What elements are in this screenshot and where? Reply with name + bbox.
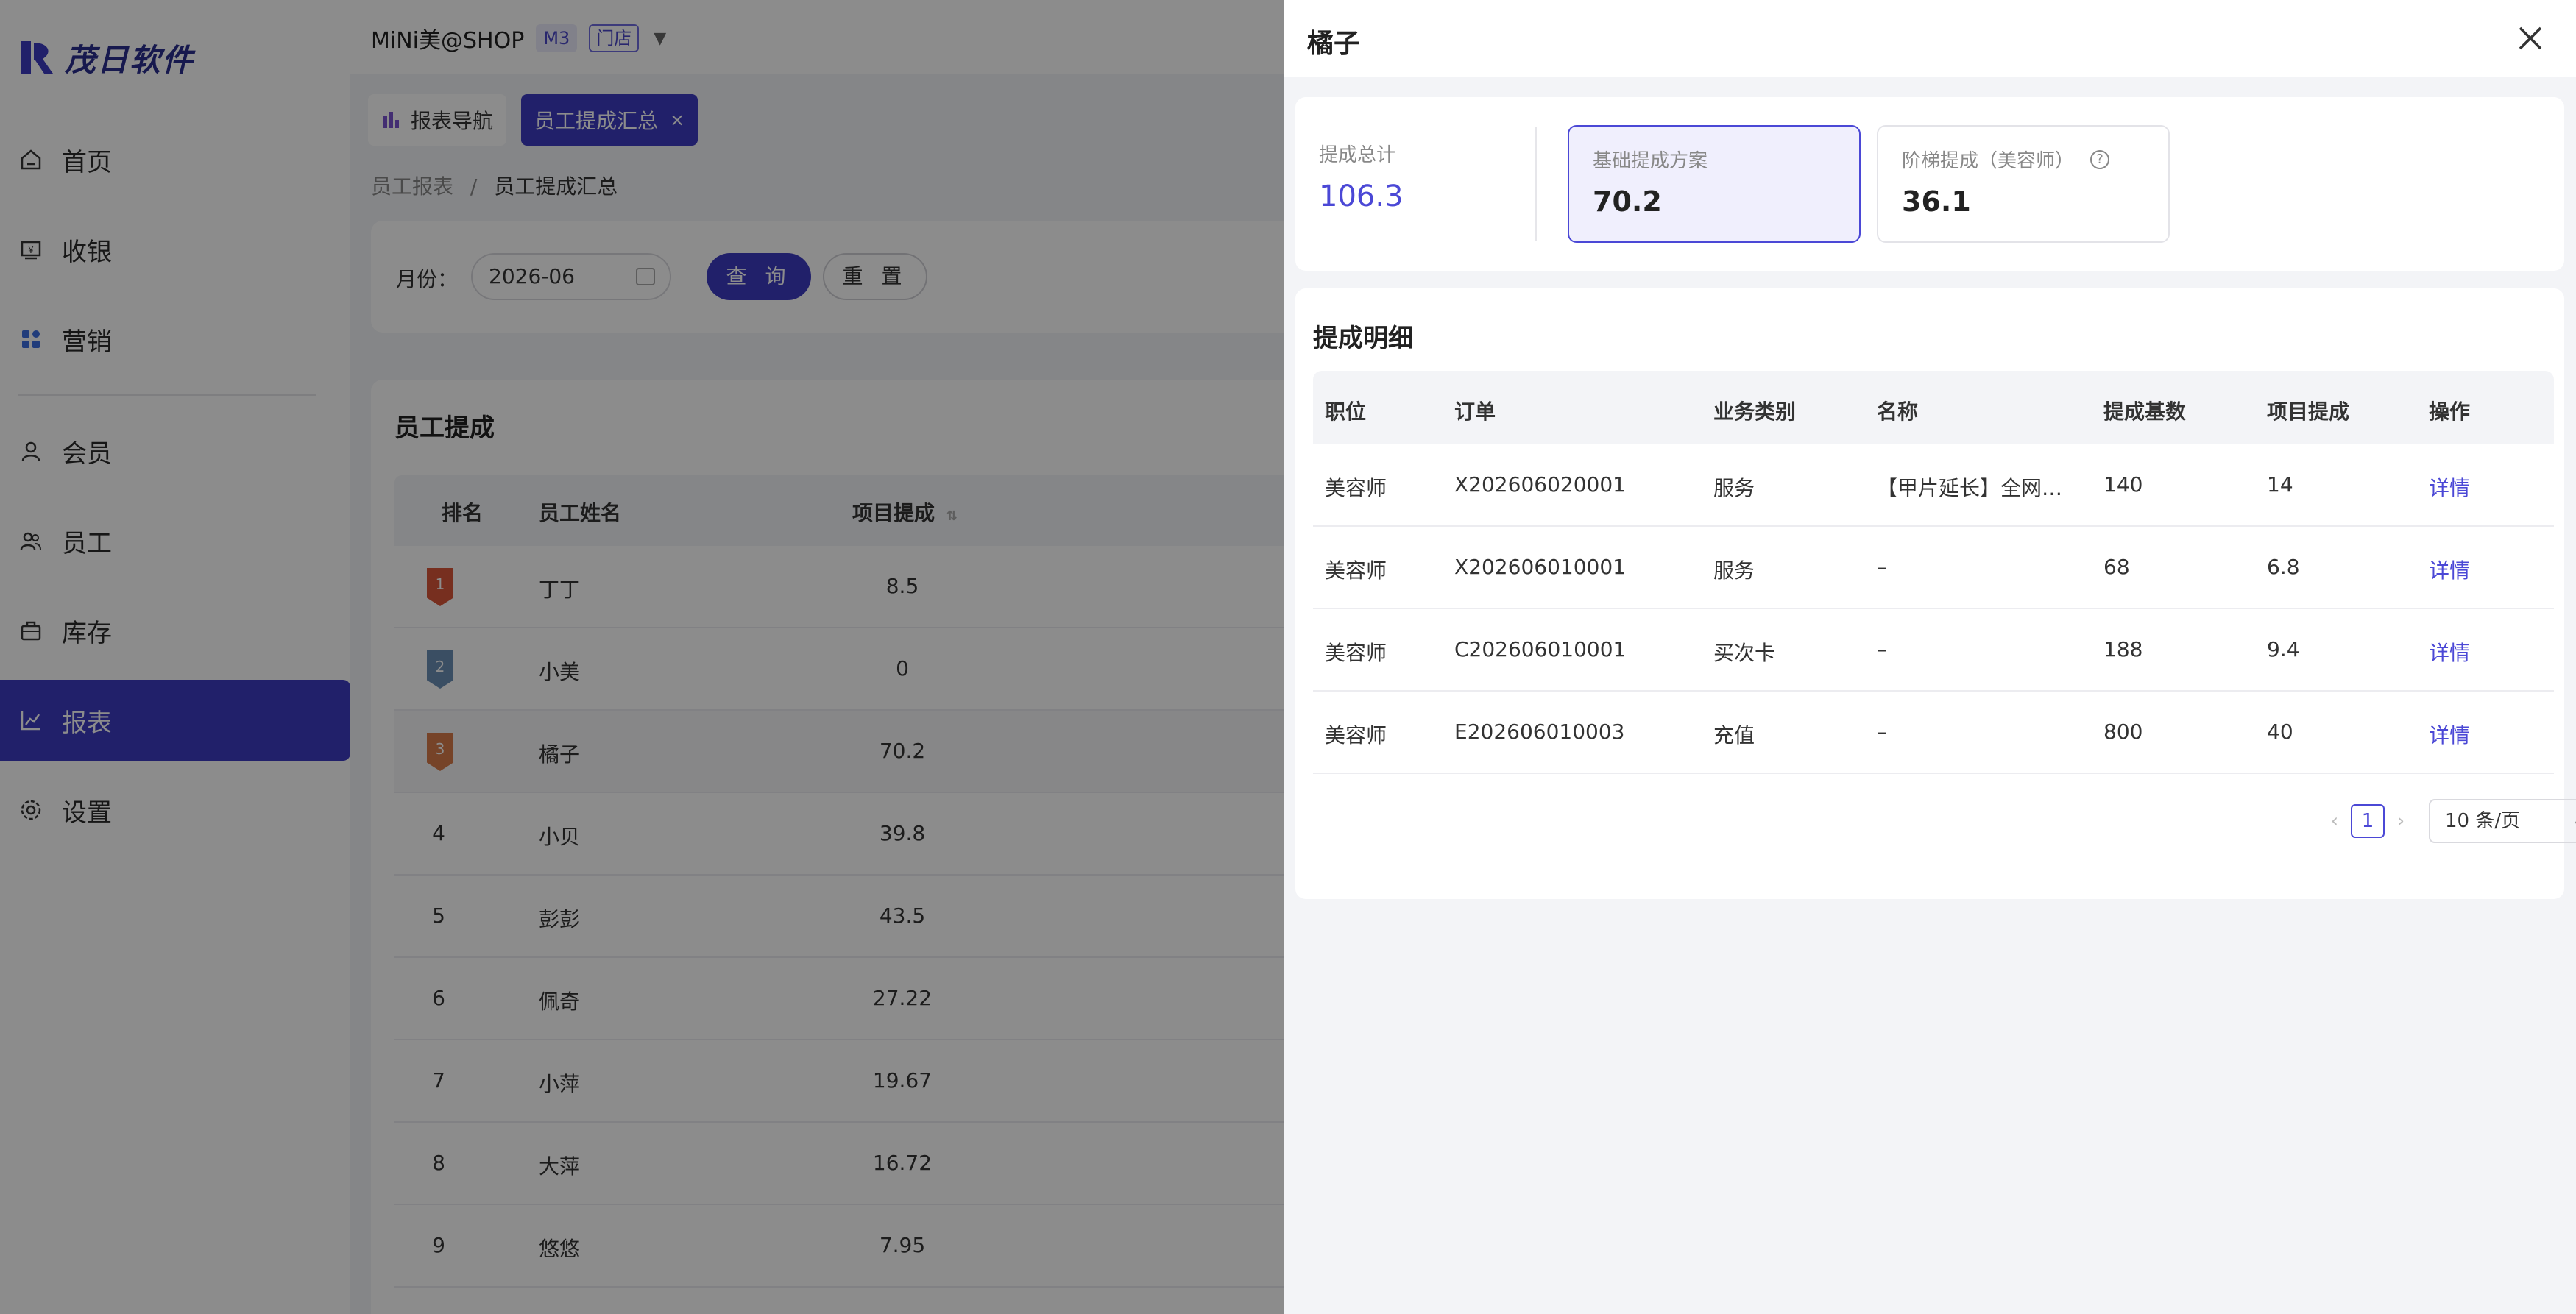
category-cell: 充值 xyxy=(1713,723,1755,747)
commission-cell: 6.8 xyxy=(2267,555,2300,579)
tier-plan-value: 36.1 xyxy=(1902,185,1971,218)
position-cell: 美容师 xyxy=(1325,558,1387,583)
commission-detail: 提成明细 职位 订单 业务类别 名称 提成基数 项目提成 操作 美容师 X202… xyxy=(1295,288,2576,899)
close-icon[interactable] xyxy=(2514,22,2547,54)
detail-link[interactable]: 详情 xyxy=(2429,472,2470,502)
category-cell: 买次卡 xyxy=(1713,641,1776,665)
employee-detail-drawer: 橘子 提成总计 106.3 基础提成方案 70.2 阶梯提成（美容师） ? 36… xyxy=(1284,0,2576,1314)
name-cell: – xyxy=(1877,720,1887,744)
position-cell: 美容师 xyxy=(1325,476,1387,500)
base-cell: 140 xyxy=(2103,472,2143,497)
pagination: ‹ 1 › 10 条/页 ⌄ xyxy=(2326,799,2576,843)
tier-plan-label: 阶梯提成（美容师） xyxy=(1902,150,2075,172)
table-row: 美容师 X202606020001 服务 【甲片延长】全网… 140 14 详情 xyxy=(1313,444,2554,527)
basic-plan-card[interactable]: 基础提成方案 70.2 xyxy=(1568,125,1861,243)
position-cell: 美容师 xyxy=(1325,641,1387,665)
column-header-commission: 项目提成 xyxy=(2267,399,2350,424)
tier-plan-card[interactable]: 阶梯提成（美容师） ? 36.1 xyxy=(1877,125,2170,243)
commission-cell: 9.4 xyxy=(2267,637,2300,661)
order-cell: X202606020001 xyxy=(1454,472,1626,497)
detail-title: 提成明细 xyxy=(1313,324,1413,353)
position-cell: 美容师 xyxy=(1325,723,1387,747)
column-header-order: 订单 xyxy=(1454,399,1496,424)
column-header-name: 名称 xyxy=(1877,399,1919,424)
summary-divider xyxy=(1535,127,1537,241)
name-cell: – xyxy=(1877,555,1887,579)
detail-link[interactable]: 详情 xyxy=(2429,720,2470,749)
base-cell: 68 xyxy=(2103,555,2130,579)
chevron-down-icon: ⌄ xyxy=(2572,800,2576,842)
total-value: 106.3 xyxy=(1319,180,1404,213)
column-header-base: 提成基数 xyxy=(2103,399,2187,424)
drawer-header: 橘子 xyxy=(1284,0,2576,77)
next-page-icon[interactable]: › xyxy=(2392,810,2410,832)
basic-plan-label: 基础提成方案 xyxy=(1593,150,1708,172)
page-size-select[interactable]: 10 条/页 ⌄ xyxy=(2429,799,2576,843)
tier-plan-label-row: 阶梯提成（美容师） ? xyxy=(1902,146,2110,173)
name-cell: – xyxy=(1877,637,1887,661)
detail-table-header: 职位 订单 业务类别 名称 提成基数 项目提成 操作 xyxy=(1313,371,2554,444)
table-row: 美容师 E202606010003 充值 – 800 40 详情 xyxy=(1313,692,2554,774)
drawer-title: 橘子 xyxy=(1307,29,1361,59)
help-icon[interactable]: ? xyxy=(2090,149,2110,169)
prev-page-icon[interactable]: ‹ xyxy=(2326,810,2343,832)
commission-cell: 40 xyxy=(2267,720,2293,744)
base-cell: 188 xyxy=(2103,637,2143,661)
column-header-category: 业务类别 xyxy=(1713,399,1797,424)
category-cell: 服务 xyxy=(1713,476,1755,500)
detail-link[interactable]: 详情 xyxy=(2429,555,2470,584)
basic-plan-value: 70.2 xyxy=(1593,185,1662,218)
order-cell: X202606010001 xyxy=(1454,555,1626,579)
table-row: 美容师 X202606010001 服务 – 68 6.8 详情 xyxy=(1313,527,2554,609)
total-label: 提成总计 xyxy=(1319,144,1396,166)
page-size-value: 10 条/页 xyxy=(2445,810,2521,832)
name-cell: 【甲片延长】全网… xyxy=(1877,476,2063,500)
table-row: 美容师 C202606010001 买次卡 – 188 9.4 详情 xyxy=(1313,609,2554,692)
column-header-position: 职位 xyxy=(1325,399,1367,424)
order-cell: C202606010001 xyxy=(1454,637,1627,661)
detail-link[interactable]: 详情 xyxy=(2429,637,2470,667)
order-cell: E202606010003 xyxy=(1454,720,1625,744)
commission-cell: 14 xyxy=(2267,472,2293,497)
category-cell: 服务 xyxy=(1713,558,1755,583)
column-header-action: 操作 xyxy=(2429,399,2471,424)
commission-summary: 提成总计 106.3 基础提成方案 70.2 阶梯提成（美容师） ? 36.1 xyxy=(1295,97,2564,271)
page-number-current[interactable]: 1 xyxy=(2351,804,2385,838)
base-cell: 800 xyxy=(2103,720,2143,744)
